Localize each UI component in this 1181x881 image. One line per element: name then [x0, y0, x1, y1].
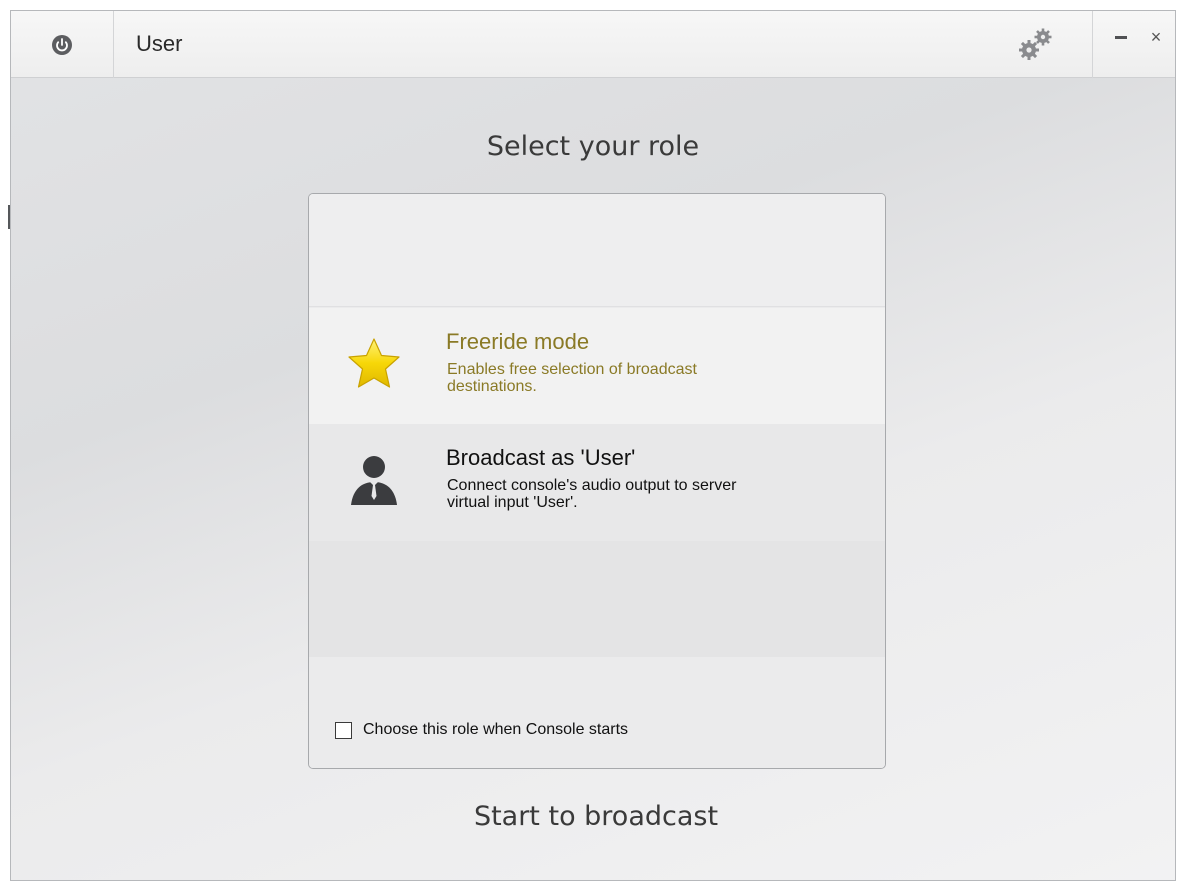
title-separator — [1092, 11, 1093, 78]
settings-button[interactable] — [1015, 24, 1059, 64]
close-button[interactable]: × — [1145, 23, 1167, 51]
start-broadcast-button[interactable]: Start to broadcast — [411, 801, 781, 832]
app-window: User × Select your role Freeride mode En… — [10, 10, 1176, 881]
page-heading: Select your role — [486, 131, 700, 162]
role-broadcast-user[interactable]: Broadcast as 'User' Connect console's au… — [309, 424, 885, 541]
role-description: Enables free selection of broadcast dest… — [447, 361, 697, 395]
minimize-button[interactable] — [1109, 25, 1133, 49]
user-icon — [351, 456, 397, 505]
startup-option[interactable]: Choose this role when Console starts — [335, 721, 628, 739]
startup-checkbox-label[interactable]: Choose this role when Console starts — [363, 721, 628, 739]
gears-icon — [1019, 28, 1052, 60]
role-title: Freeride mode — [446, 329, 590, 354]
startup-checkbox[interactable] — [335, 721, 352, 739]
role-panel: Freeride mode Enables free selection of … — [308, 193, 886, 769]
title-bar: User × — [11, 11, 1175, 78]
window-title: User — [136, 31, 183, 56]
panel-spacer-top — [309, 194, 885, 307]
minimize-icon — [1115, 36, 1127, 39]
panel-footer — [309, 657, 885, 768]
panel-spacer-middle — [309, 541, 885, 657]
power-icon — [52, 34, 72, 55]
star-icon — [348, 338, 400, 388]
power-button[interactable] — [11, 11, 114, 78]
role-description: Connect console's audio output to server… — [447, 477, 737, 511]
role-title: Broadcast as 'User' — [446, 445, 636, 470]
role-freeride[interactable]: Freeride mode Enables free selection of … — [309, 308, 885, 425]
